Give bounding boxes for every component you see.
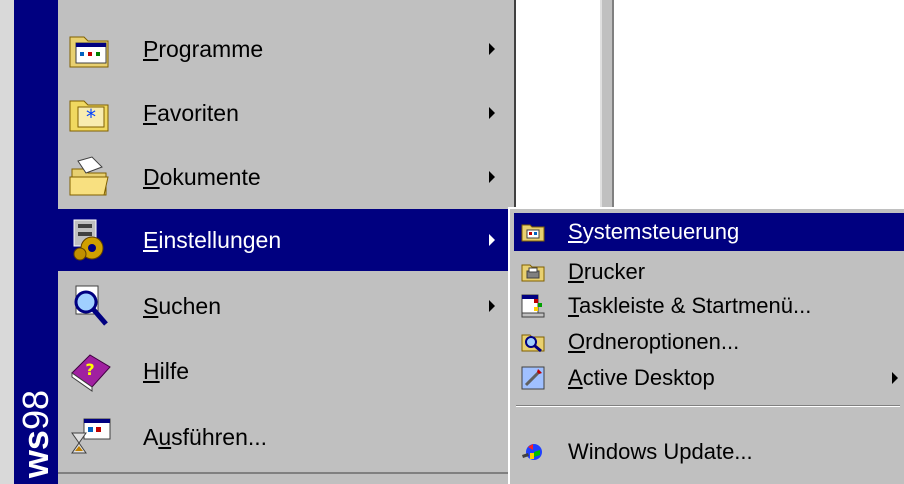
submenu-item-systemsteuerung[interactable]: Systemsteuerung [514, 213, 904, 251]
control-panel-folder-icon [520, 219, 546, 245]
submenu-arrow-icon [489, 234, 495, 246]
submenu-item-active-desktop[interactable]: Active Desktop [514, 359, 904, 397]
favorites-folder-icon: * [66, 91, 114, 135]
submenu-arrow-icon [489, 171, 495, 183]
menu-item-label: Suchen [143, 293, 222, 319]
active-desktop-icon [520, 365, 546, 391]
submenu-separator [516, 405, 900, 407]
printers-folder-icon [520, 259, 546, 285]
menu-item-label: Favoriten [143, 100, 239, 126]
run-icon [66, 415, 114, 459]
menu-item-hilfe[interactable]: ? Hilfe [58, 340, 514, 402]
programs-folder-icon [66, 27, 114, 71]
submenu-item-taskleiste[interactable]: Taskleiste & Startmenü... [514, 287, 904, 325]
settings-icon [66, 218, 114, 262]
menu-item-label: Hilfe [143, 358, 190, 384]
submenu-arrow-icon [489, 107, 495, 119]
svg-text:*: * [86, 105, 96, 129]
taskbar-icon [520, 293, 546, 319]
menu-item-label: Ausführen... [143, 424, 268, 450]
submenu-item-label: Drucker [568, 259, 646, 284]
menu-item-dokumente[interactable]: Dokumente [58, 146, 514, 208]
menu-left-edge [0, 0, 14, 484]
submenu-item-label: Taskleiste & Startmenü... [568, 293, 812, 318]
start-menu-banner: ws98 [14, 0, 58, 484]
start-menu: ws98 Programme * Favoriten Dokumente Ein… [0, 0, 516, 484]
menu-item-suchen[interactable]: Suchen [58, 275, 514, 337]
submenu-item-label: Ordneroptionen... [568, 329, 740, 354]
help-book-icon: ? [66, 349, 114, 393]
menu-divider [58, 472, 514, 474]
svg-text:?: ? [85, 360, 94, 379]
folder-options-icon [520, 329, 546, 355]
submenu-item-label: Windows Update... [568, 439, 753, 464]
submenu-item-label: Systemsteuerung [568, 219, 740, 244]
search-magnifier-icon [66, 284, 114, 328]
submenu-arrow-icon [489, 43, 495, 55]
submenu-item-ordneroptionen[interactable]: Ordneroptionen... [514, 323, 904, 361]
menu-item-ausfuehren[interactable]: Ausführen... [58, 406, 514, 468]
documents-folder-icon [66, 155, 114, 199]
menu-item-favoriten[interactable]: * Favoriten [58, 82, 514, 144]
submenu-item-windows-update[interactable]: Windows Update... [514, 433, 904, 471]
windows-update-icon [520, 439, 546, 465]
menu-item-label: Dokumente [143, 164, 261, 190]
submenu-item-drucker[interactable]: Drucker [514, 253, 904, 291]
submenu-item-label: Active Desktop [568, 365, 715, 390]
menu-item-label: Programme [143, 36, 264, 62]
menu-item-programme[interactable]: Programme [58, 18, 514, 80]
submenu-arrow-icon [892, 372, 898, 384]
banner-text: ws98 [15, 389, 56, 478]
desktop-background [516, 0, 600, 207]
submenu-arrow-icon [489, 300, 495, 312]
menu-item-einstellungen[interactable]: Einstellungen [58, 209, 514, 271]
settings-submenu: Systemsteuerung Drucker Taskleiste & Sta… [508, 207, 904, 484]
menu-item-label: Einstellungen [143, 227, 282, 253]
